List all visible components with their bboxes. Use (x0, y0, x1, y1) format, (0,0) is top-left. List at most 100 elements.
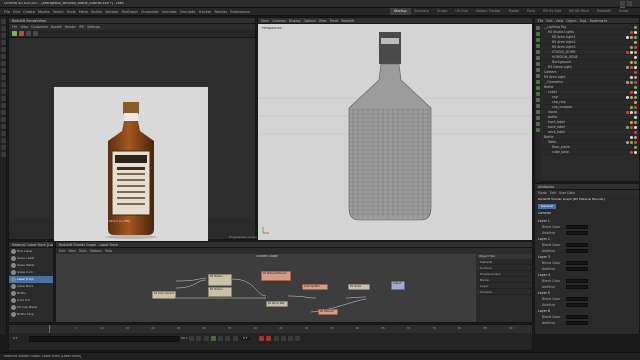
material-item[interactable]: Glass Cork (9, 269, 53, 276)
attribute-field[interactable] (566, 225, 588, 229)
menu-item[interactable]: Simulate (180, 8, 196, 16)
tag-icon[interactable] (630, 96, 633, 99)
tag-icon[interactable] (634, 131, 637, 134)
menu-item[interactable]: Volume (105, 8, 118, 16)
layout-tab[interactable]: Motion Tracker (472, 8, 505, 15)
shader-node-output[interactable]: Output (391, 281, 405, 290)
menu-item[interactable]: Mesh (79, 8, 88, 16)
key-selection-icon[interactable] (273, 335, 279, 341)
layout-tab[interactable]: Redshift (593, 8, 615, 15)
attribute-field[interactable] (566, 231, 588, 235)
position-key-icon[interactable] (280, 335, 286, 341)
material-item[interactable]: Fine Label (9, 248, 53, 255)
menu-item[interactable]: Character (141, 8, 159, 16)
tag-icon[interactable] (630, 151, 633, 154)
viewport-canvas[interactable]: Perspective (258, 24, 532, 240)
shader-node-material-blender[interactable]: RS Material Blender (261, 271, 291, 281)
material-item[interactable]: Bottle (9, 290, 53, 297)
spline-icon[interactable] (536, 56, 540, 60)
tag-icon[interactable] (634, 106, 637, 109)
current-frame[interactable]: 0 F (241, 337, 250, 341)
tag-icon[interactable] (630, 141, 633, 144)
menu-item[interactable]: Edit (13, 8, 20, 16)
tag-icon[interactable] (634, 71, 637, 74)
tag-icon[interactable] (630, 61, 633, 64)
tag-icon[interactable] (626, 66, 629, 69)
menu-item[interactable]: Spline (91, 8, 102, 16)
prev-key-icon[interactable] (196, 335, 202, 341)
panel-menu-item[interactable]: Edit (546, 18, 552, 24)
tag-icon[interactable] (630, 106, 633, 109)
shader-graph-canvas[interactable]: Shader Graph RS Texture RS Texture RS Co… (56, 254, 476, 322)
material-item[interactable]: Label Front (9, 276, 53, 283)
layout-tab[interactable]: BP-UV Edit (539, 8, 565, 15)
maximize-icon[interactable] (627, 1, 633, 6)
last-frame-icon[interactable] (232, 335, 238, 341)
window-controls[interactable] (620, 1, 638, 12)
brush-icon[interactable] (1, 124, 6, 129)
layout-tab[interactable]: Startup (390, 8, 411, 15)
tag-icon[interactable] (634, 66, 637, 69)
attribute-field[interactable] (566, 297, 588, 301)
tag-icon[interactable] (634, 86, 637, 89)
object-row[interactable]: cube_base (542, 150, 639, 155)
minimize-icon[interactable] (620, 1, 625, 6)
help-icon[interactable] (536, 128, 540, 132)
tag-icon[interactable] (634, 36, 637, 39)
edges-mode-icon[interactable] (1, 82, 6, 87)
material-icon[interactable] (536, 80, 540, 84)
tag-icon[interactable] (630, 76, 633, 79)
tag-icon[interactable] (630, 46, 633, 49)
plugin-icon[interactable] (536, 116, 540, 120)
filter-icon[interactable] (536, 98, 540, 102)
panel-menu-item[interactable]: Object (566, 18, 576, 24)
tag-icon[interactable] (634, 141, 637, 144)
workplane-icon[interactable] (1, 110, 6, 115)
record-icon[interactable] (259, 335, 264, 341)
tools-icon[interactable] (536, 122, 540, 126)
grid-icon[interactable] (1, 131, 6, 136)
tag-icon[interactable] (626, 36, 629, 39)
cube-icon[interactable] (536, 26, 540, 30)
material-item[interactable]: Gold Foil (9, 297, 53, 304)
panel-menu-item[interactable]: Mode (538, 190, 547, 196)
tag-icon[interactable] (634, 31, 637, 34)
sphere-icon[interactable] (536, 32, 540, 36)
layout-tab[interactable]: Script (615, 8, 633, 15)
model-mode-icon[interactable] (1, 68, 6, 73)
tag-icon[interactable] (630, 111, 633, 114)
tag-icon[interactable] (634, 151, 637, 154)
attribute-field[interactable] (566, 315, 588, 319)
null-icon[interactable] (536, 50, 540, 54)
polygons-mode-icon[interactable] (1, 89, 6, 94)
tag-icon[interactable] (634, 26, 637, 29)
menu-item[interactable]: MoGraph (121, 8, 137, 16)
playhead[interactable] (49, 325, 50, 333)
undo-icon[interactable] (1, 19, 6, 24)
scene-icon[interactable] (536, 86, 540, 90)
attribute-field[interactable] (566, 285, 588, 289)
side-panel-row[interactable]: Shadow (477, 289, 532, 295)
panel-menu-item[interactable]: Edit (550, 190, 556, 196)
snapshot-icon[interactable] (26, 31, 31, 36)
shader-node[interactable]: RS Sprite (348, 284, 370, 290)
timeline-ruler[interactable]: 051015202530354045505560657075808590 (9, 325, 532, 333)
rotation-key-icon[interactable] (295, 335, 301, 341)
camera-icon[interactable] (536, 44, 540, 48)
lock-icon[interactable] (1, 117, 6, 122)
tag-icon[interactable] (626, 111, 629, 114)
tag-icon[interactable] (626, 126, 629, 129)
tag-icon[interactable] (634, 116, 637, 119)
move-icon[interactable] (1, 40, 6, 45)
tag-icon[interactable] (634, 91, 637, 94)
menu-item[interactable]: Create (23, 8, 35, 16)
tag-icon[interactable] (630, 51, 633, 54)
tag-icon[interactable] (634, 121, 637, 124)
attribute-field[interactable] (566, 249, 588, 253)
tag-icon[interactable] (634, 61, 637, 64)
tag-icon[interactable] (634, 96, 637, 99)
tag-icon[interactable] (634, 51, 637, 54)
rotate-icon[interactable] (1, 54, 6, 59)
tag-icon[interactable] (634, 101, 637, 104)
menu-item[interactable]: Render (214, 8, 227, 16)
